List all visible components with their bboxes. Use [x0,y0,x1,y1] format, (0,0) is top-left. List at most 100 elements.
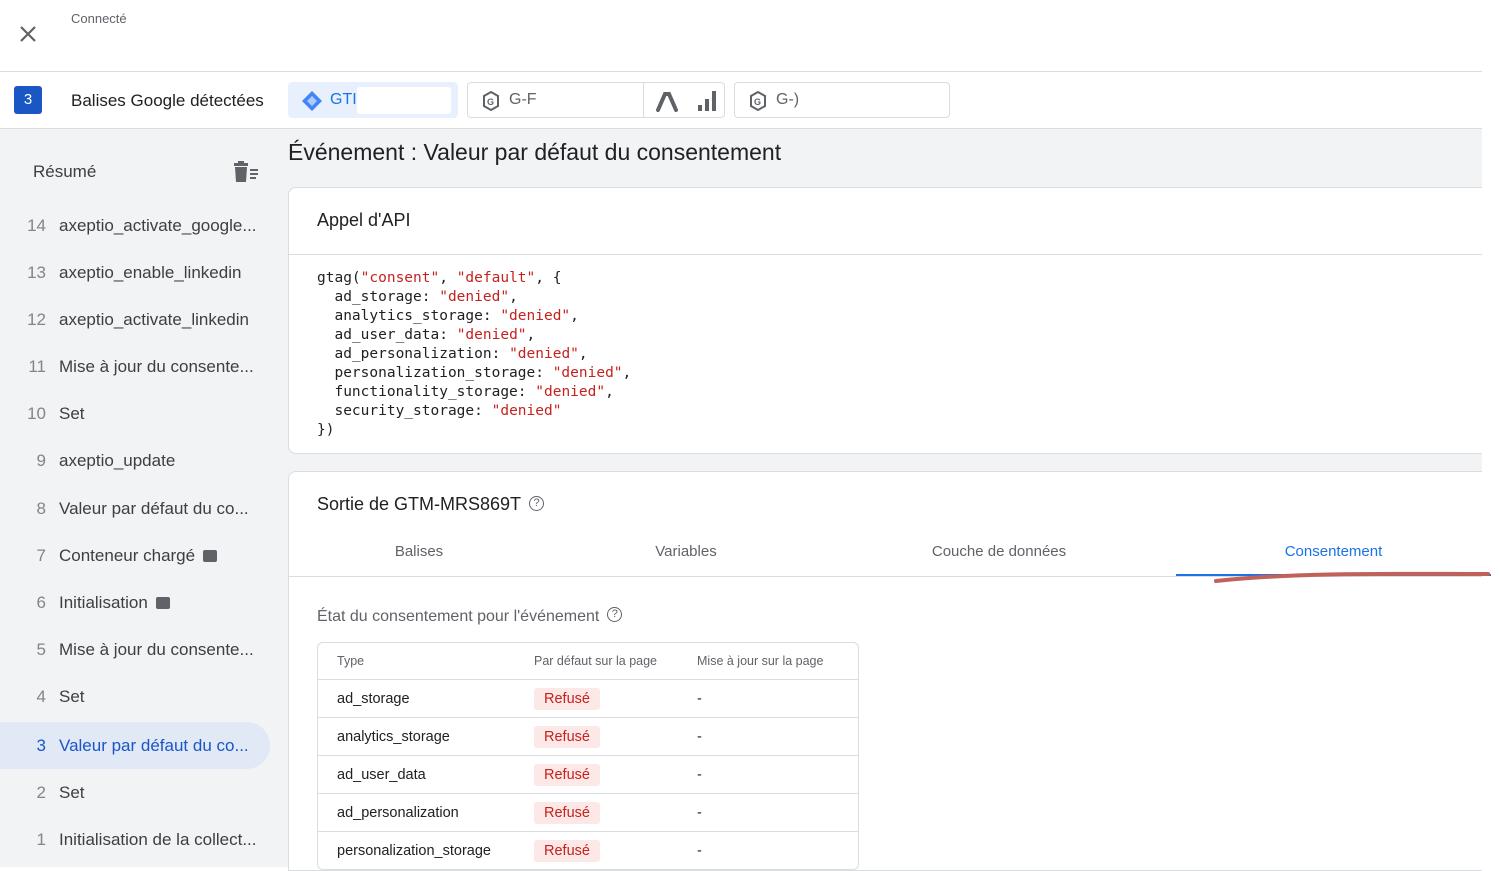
code-text: }) [317,422,335,438]
event-item[interactable]: 2 Set [0,769,270,816]
column-header: Mise à jour sur la page [678,643,858,680]
tag-chip-ga-ads[interactable]: G G-F [467,82,725,118]
event-number: 4 [36,687,46,706]
code-string: "default" [456,270,536,286]
consent-table: Type Par défaut sur la page Mise à jour … [317,642,859,870]
table-row: ad_user_data Refusé - [318,756,858,794]
event-label-text: Initialisation [59,593,148,612]
event-item[interactable]: 7 Conteneur chargé [0,532,270,579]
output-tabs: Balises Variables Couche de données Cons… [289,532,1491,577]
code-text: , [578,346,588,362]
code-text: , [509,289,518,305]
output-card: Sortie de GTM-MRS869T? Balises Variables… [288,471,1491,871]
default-cell: Refusé [515,680,678,718]
main-panel: Événement : Valeur par défaut du consent… [288,129,1491,871]
event-item-selected[interactable]: 3 Valeur par défaut du co... [0,722,270,769]
event-label: Set [59,687,85,706]
event-item[interactable]: 6 Initialisation [0,579,270,626]
denied-badge: Refusé [534,687,600,710]
tab-balises[interactable]: Balises [289,532,549,576]
event-label: Conteneur chargé [59,546,218,566]
event-item[interactable]: 13 axeptio_enable_linkedin [0,249,270,296]
summary-heading[interactable]: Résumé [33,162,96,182]
tag-count-badge: 3 [14,86,42,114]
event-item[interactable]: 10 Set [0,390,270,437]
consent-type: personalization_storage [337,842,491,859]
table-row: ad_storage Refusé - [318,680,858,718]
consent-state-label: État du consentement pour l'événement? [317,607,623,626]
table-row: personalization_storage Refusé - [318,832,858,869]
container-tag-icon [155,596,170,609]
event-label-text: Conteneur chargé [59,546,196,565]
gtm-diamond-icon [301,90,323,117]
event-number: 14 [27,216,46,235]
event-item[interactable]: 4 Set [0,673,270,720]
api-call-card: Appel d'API gtag("consent", "default", {… [288,187,1482,454]
close-icon[interactable] [14,20,42,48]
denied-badge: Refusé [534,839,600,862]
event-item[interactable]: 8 Valeur par défaut du co... [0,485,270,532]
page-title: Événement : Valeur par défaut du consent… [288,139,782,165]
event-label: axeptio_update [59,451,176,470]
event-item[interactable]: 11 Mise à jour du consente... [0,343,270,390]
update-value: - [678,794,858,832]
api-call-title: Appel d'API [317,210,411,230]
event-label: Mise à jour du consente... [59,357,254,376]
update-value: - [678,756,858,794]
clear-events-icon[interactable] [232,161,260,183]
tab-variables[interactable]: Variables [551,532,821,576]
denied-badge: Refusé [534,763,600,786]
redacted-area [357,87,451,114]
event-item[interactable]: 5 Mise à jour du consente... [0,626,270,673]
event-number: 8 [36,499,46,518]
event-number: 5 [36,640,46,659]
event-item[interactable]: 12 axeptio_activate_linkedin [0,296,270,343]
update-value: - [678,718,858,756]
event-label: Initialisation de la collect... [59,830,257,849]
event-item[interactable]: 14 axeptio_activate_google... [0,202,270,249]
event-number: 10 [27,404,46,423]
tag-bar: 3 Balises Google détectées GTI G G-F G G… [0,72,1482,129]
consent-type: analytics_storage [318,718,515,756]
code-key: analytics_storage: [317,308,501,324]
consent-state-text: État du consentement pour l'événement [317,608,600,625]
divider [289,254,1482,255]
code-key: functionality_storage: [317,384,536,400]
default-cell: Refusé [515,756,678,794]
code-string: "denied" [535,384,606,400]
event-label: axeptio_activate_google... [59,216,257,235]
help-icon[interactable]: ? [607,607,623,623]
tab-data-layer[interactable]: Couche de données [829,532,1169,576]
event-number: 6 [36,593,46,612]
svg-text:G: G [754,97,761,107]
output-title-text: Sortie de GTM-MRS869T [317,494,522,514]
event-item[interactable]: 9 axeptio_update [0,437,270,484]
event-label: axeptio_activate_linkedin [59,310,249,329]
tab-consent[interactable]: Consentement [1176,532,1491,576]
tag-chip-gtm[interactable]: GTI [288,82,458,118]
event-number: 3 [36,736,46,755]
google-ads-icon [654,90,680,117]
event-sidebar: Résumé 14 axeptio_activate_google... 13 ax… [0,129,288,867]
code-string: "denied" [439,289,510,305]
event-number: 7 [36,546,46,565]
event-item[interactable]: 1 Initialisation de la collect... [0,816,270,863]
code-string: "denied" [509,346,579,362]
code-string: "denied" [456,327,527,343]
event-label: Initialisation [59,593,170,613]
table-row: analytics_storage Refusé - [318,718,858,756]
connection-status: Connecté [71,11,127,26]
google-tag-icon: G [482,90,500,116]
help-icon[interactable]: ? [529,495,545,511]
top-bar: Connecté [0,0,1482,72]
code-text: , [622,365,632,381]
consent-type: ad_personalization [318,794,515,832]
event-number: 13 [27,263,46,282]
denied-badge: Refusé [534,801,600,824]
code-text: , [605,384,614,400]
event-number: 9 [36,451,46,470]
tag-chip-ga4[interactable]: G G-) [734,82,950,118]
code-text: , { [535,270,562,286]
code-text: , [526,327,536,343]
event-label: axeptio_enable_linkedin [59,263,242,282]
